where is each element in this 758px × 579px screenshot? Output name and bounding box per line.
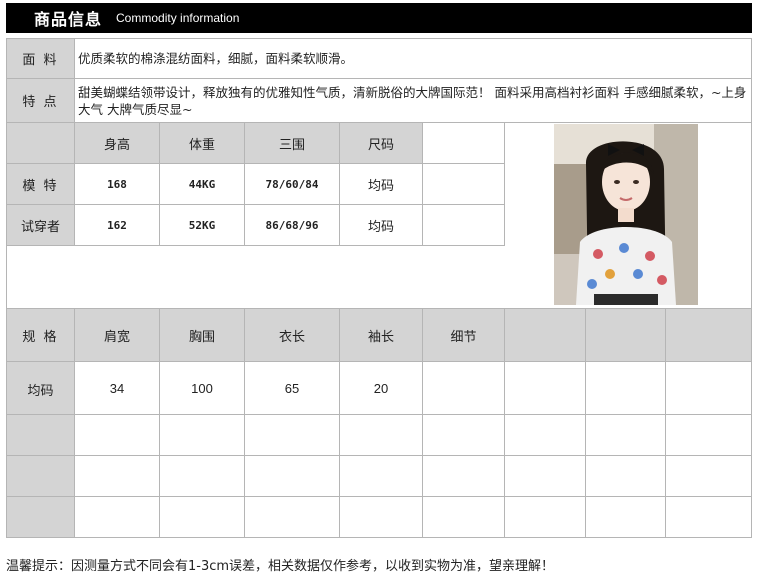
tester-height: 162 (74, 204, 160, 246)
size-length: 65 (244, 361, 340, 415)
size-cell (244, 455, 340, 497)
fabric-text: 优质柔软的棉涤混纺面料，细腻，面料柔软顺滑。 (74, 38, 752, 79)
size-cell (665, 414, 752, 456)
size-cell (422, 414, 505, 456)
size-header-length: 衣长 (244, 308, 340, 362)
size-header-sleeve: 袖长 (339, 308, 423, 362)
size-cell (159, 455, 245, 497)
model-empty (422, 163, 505, 205)
size-sleeve: 20 (339, 361, 423, 415)
size-header-bust: 胸围 (159, 308, 245, 362)
model-header-height: 身高 (74, 122, 160, 164)
model-row-label: 模 特 (6, 163, 75, 205)
fabric-label: 面 料 (6, 38, 75, 79)
model-size: 均码 (339, 163, 423, 205)
size-cell (504, 455, 586, 497)
size-cell (159, 414, 245, 456)
section-header: 商品信息 Commodity information (6, 3, 752, 33)
size-cell (244, 414, 340, 456)
size-cell (585, 455, 666, 497)
size-cell (504, 414, 586, 456)
model-photo (554, 124, 698, 305)
size-cell (159, 496, 245, 538)
size-cell (585, 414, 666, 456)
size-cell (504, 496, 586, 538)
features-label: 特 点 (6, 78, 75, 123)
tester-empty (422, 204, 505, 246)
size-header-empty-2 (585, 308, 666, 362)
size-cell (665, 455, 752, 497)
measurement-tip: 温馨提示：因测量方式不同会有1-3cm误差，相关数据仅作参考，以收到实物为准，望… (6, 559, 555, 574)
size-cell (339, 414, 423, 456)
size-detail (422, 361, 505, 415)
model-header-measure: 三围 (244, 122, 340, 164)
size-cell (422, 455, 505, 497)
size-row-empty-label (6, 414, 75, 456)
size-cell (339, 455, 423, 497)
size-cell (422, 496, 505, 538)
size-cell (74, 414, 160, 456)
size-cell (504, 361, 586, 415)
model-table-corner (6, 122, 75, 164)
size-cell (74, 496, 160, 538)
size-row-empty-label (6, 455, 75, 497)
size-header-shoulder: 肩宽 (74, 308, 160, 362)
model-measure: 78/60/84 (244, 163, 340, 205)
size-cell (585, 361, 666, 415)
header-title-en: Commodity information (116, 11, 240, 25)
model-height: 168 (74, 163, 160, 205)
size-header-detail: 细节 (422, 308, 505, 362)
model-header-weight: 体重 (159, 122, 245, 164)
size-cell (585, 496, 666, 538)
tester-measure: 86/68/96 (244, 204, 340, 246)
size-cell (339, 496, 423, 538)
size-table-label: 规 格 (6, 308, 75, 362)
size-cell (665, 496, 752, 538)
size-row-empty-label (6, 496, 75, 538)
model-header-size: 尺码 (339, 122, 423, 164)
size-header-empty-3 (665, 308, 752, 362)
model-header-empty (422, 122, 505, 164)
size-cell (74, 455, 160, 497)
size-bust: 100 (159, 361, 245, 415)
tester-weight: 52KG (159, 204, 245, 246)
size-row-label: 均码 (6, 361, 75, 415)
size-header-empty-1 (504, 308, 586, 362)
model-weight: 44KG (159, 163, 245, 205)
tester-row-label: 试穿者 (6, 204, 75, 246)
size-cell (244, 496, 340, 538)
features-text: 甜美蝴蝶结领带设计，释放独有的优雅知性气质，清新脱俗的大牌国际范！ 面料采用高档… (74, 78, 752, 123)
header-title-cn: 商品信息 (34, 10, 103, 29)
tester-size: 均码 (339, 204, 423, 246)
size-cell (665, 361, 752, 415)
size-shoulder: 34 (74, 361, 160, 415)
